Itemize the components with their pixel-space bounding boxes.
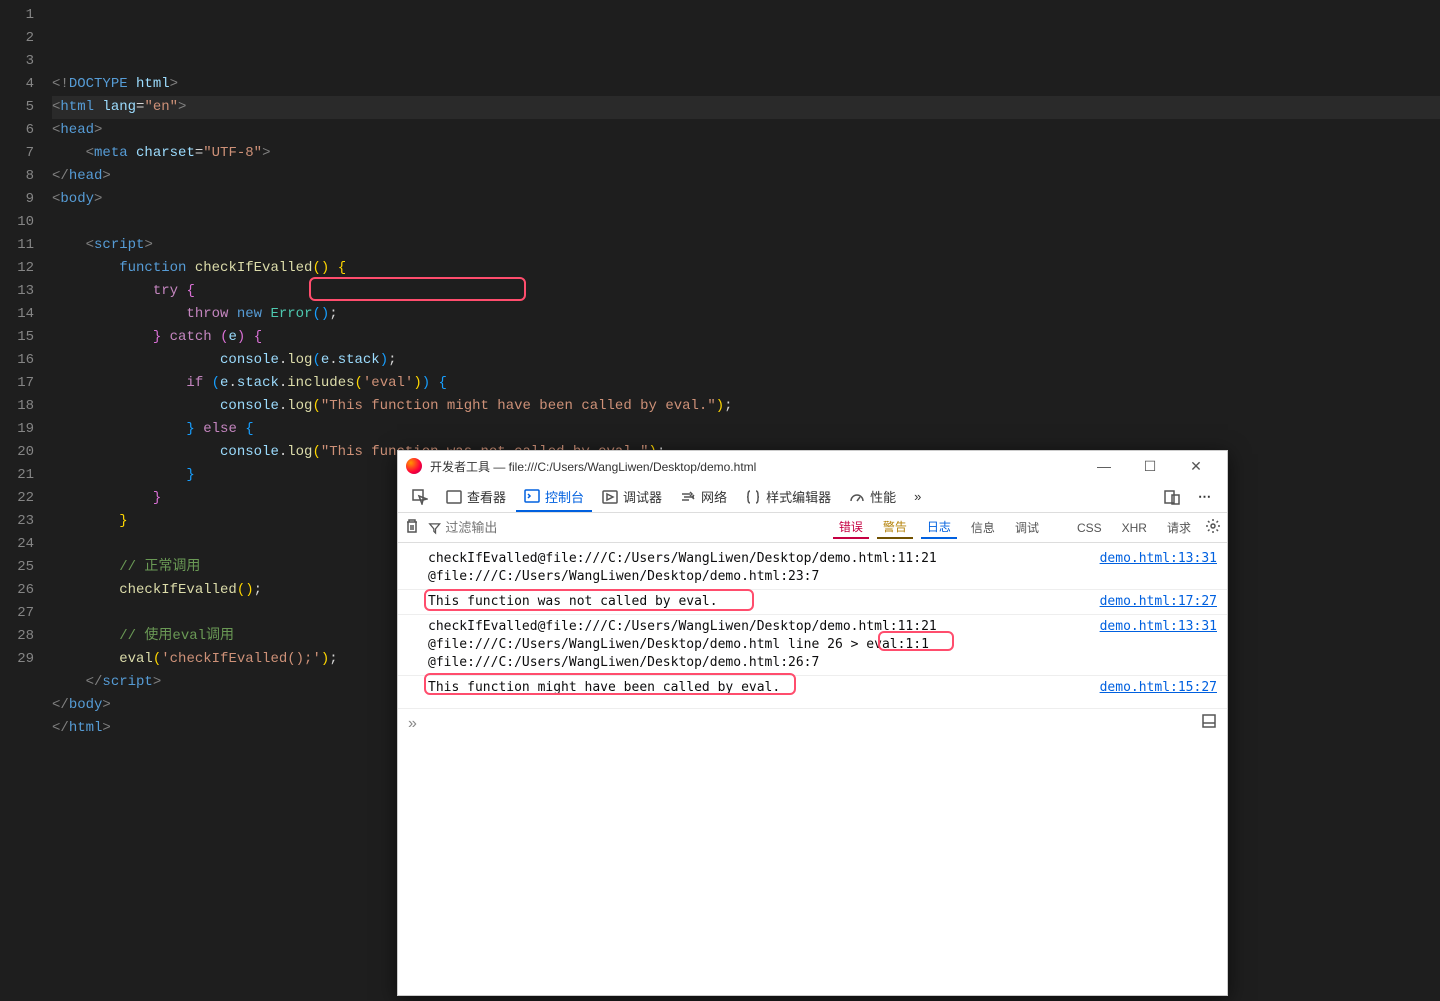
console-message[interactable]: This function was not called by eval.dem… [398,590,1227,615]
tab-performance[interactable]: 性能 [841,483,904,510]
console-message-text: This function might have been called by … [428,679,1090,697]
tab-styleeditor[interactable]: 样式编辑器 [737,483,839,510]
window-minimize-icon[interactable]: — [1081,458,1127,474]
line-number-gutter: 1234567891011121314151617181920212223242… [0,0,52,1001]
kebab-menu-icon[interactable]: ⋯ [1190,485,1221,509]
firefox-icon [406,458,422,474]
filter-errors[interactable]: 错误 [833,516,869,539]
window-close-icon[interactable]: ✕ [1173,458,1219,475]
console-message[interactable]: This function might have been called by … [398,676,1227,700]
console-message[interactable]: checkIfEvalled@file:///C:/Users/WangLiwe… [398,615,1227,676]
console-prompt-icon: » [408,715,417,733]
console-message-text: checkIfEvalled@file:///C:/Users/WangLiwe… [428,618,1090,672]
tab-network[interactable]: 网络 [672,483,735,510]
filter-debug[interactable]: 调试 [1009,517,1045,538]
console-filter-bar: 错误 警告 日志 信息 调试 CSS XHR 请求 [398,513,1227,543]
tab-inspector[interactable]: 查看器 [438,483,514,510]
devtools-toolbar: 查看器 控制台 调试器 网络 样式编辑器 性能 » ⋯ [398,481,1227,513]
console-message-text: checkIfEvalled@file:///C:/Users/WangLiwe… [428,550,1090,586]
tab-debugger[interactable]: 调试器 [594,483,670,510]
filter-input-wrap [428,520,825,535]
filter-input[interactable] [445,520,824,535]
split-console-icon[interactable] [1201,713,1217,734]
console-message-text: This function was not called by eval. [428,593,1090,611]
console-message-source-link[interactable]: demo.html:13:31 [1090,618,1217,672]
filter-requests[interactable]: 请求 [1161,517,1197,538]
console-message-source-link[interactable]: demo.html:13:31 [1090,550,1217,586]
clear-console-icon[interactable] [404,518,420,537]
devtools-titlebar[interactable]: 开发者工具 — file:///C:/Users/WangLiwen/Deskt… [398,451,1227,481]
console-output[interactable]: checkIfEvalled@file:///C:/Users/WangLiwe… [398,543,1227,704]
console-settings-icon[interactable] [1205,518,1221,537]
filter-logs[interactable]: 日志 [921,516,957,539]
devtools-title: 开发者工具 — file:///C:/Users/WangLiwen/Deskt… [430,458,1081,475]
filter-info[interactable]: 信息 [965,517,1001,538]
window-maximize-icon[interactable]: ☐ [1127,458,1173,475]
console-message-source-link[interactable]: demo.html:15:27 [1090,679,1217,697]
filter-warnings[interactable]: 警告 [877,516,913,539]
filter-css[interactable]: CSS [1071,519,1108,537]
filter-xhr[interactable]: XHR [1116,519,1153,537]
devtools-window: 开发者工具 — file:///C:/Users/WangLiwen/Deskt… [397,450,1228,996]
funnel-icon [428,521,441,535]
console-message-source-link[interactable]: demo.html:17:27 [1090,593,1217,611]
tab-overflow[interactable]: » [906,485,929,508]
responsive-mode-icon[interactable] [1156,485,1188,509]
console-message[interactable]: checkIfEvalled@file:///C:/Users/WangLiwe… [398,547,1227,590]
console-input-row[interactable]: » [398,708,1227,738]
tab-console[interactable]: 控制台 [516,483,592,512]
pick-element-icon[interactable] [404,485,436,509]
